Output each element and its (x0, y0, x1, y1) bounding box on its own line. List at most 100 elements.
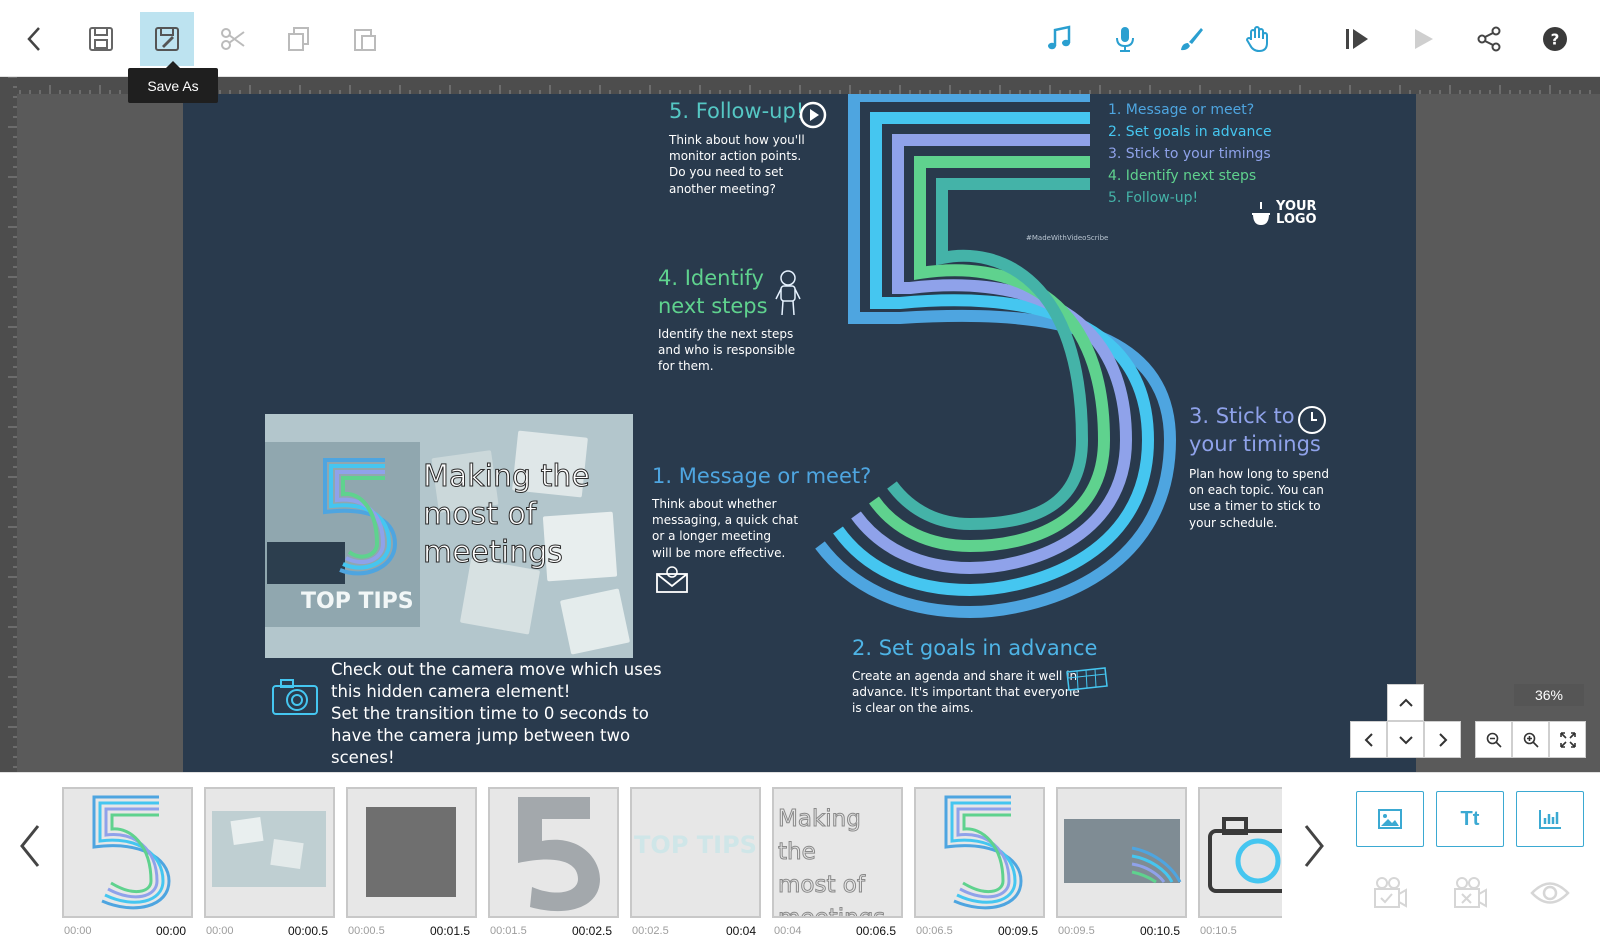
thumbnail-end: 00:06.5 (856, 924, 897, 937)
camera-note-line: this hidden camera element! (331, 682, 571, 701)
thumbnail-gray-square[interactable] (346, 787, 477, 918)
add-chart-button[interactable] (1516, 791, 1584, 847)
thumbnail-title-line: Making the (778, 806, 862, 866)
zoom-out-icon (1486, 732, 1502, 748)
paste-button[interactable] (338, 12, 392, 66)
timeline-thumbnails[interactable]: 00:00 00:00 00:00 00:00.5 00:00.5 00:01.… (62, 787, 1282, 937)
chevron-up-icon (1398, 698, 1413, 707)
thumbnail-camera[interactable] (1198, 787, 1282, 918)
step2-body: Create an agenda and share it well in ad… (852, 668, 1080, 717)
thumbnail-five-color[interactable] (62, 787, 193, 918)
step5-body: Think about how you'll monitor action po… (669, 132, 805, 197)
camera-check-button[interactable] (1370, 873, 1410, 913)
thumbnail-end: 00:02.5 (572, 924, 613, 937)
chevron-right-icon (1438, 732, 1447, 747)
svg-text:?: ? (1551, 31, 1560, 49)
thumbnail-photo[interactable] (204, 787, 335, 918)
image-icon (1378, 809, 1402, 829)
photo-title-line: meetings (423, 535, 564, 571)
music-icon (1048, 25, 1071, 50)
chevron-down-icon (1398, 735, 1413, 744)
logo[interactable]: YOUR LOGO (1248, 200, 1317, 226)
hand-button[interactable] (1230, 12, 1284, 66)
brush-icon (1181, 28, 1203, 51)
zoom-out-button[interactable] (1475, 721, 1512, 758)
step4-body-line: and who is responsible (658, 343, 796, 358)
cut-button[interactable] (206, 12, 260, 66)
pan-right-button[interactable] (1424, 721, 1461, 758)
camera-cross-icon (1454, 877, 1487, 908)
copy-button[interactable] (272, 12, 326, 66)
thumbnail-start: 00:00.5 (348, 925, 385, 937)
fit-screen-button[interactable] (1549, 721, 1586, 758)
photo-title-line: most of (423, 497, 537, 533)
play-button[interactable] (1396, 12, 1450, 66)
cut-icon (221, 28, 245, 50)
vertical-ruler (0, 77, 17, 772)
thumbnail-rect-stripes[interactable] (1056, 787, 1187, 918)
share-button[interactable] (1462, 12, 1516, 66)
hand-icon (1245, 26, 1268, 53)
step1-body-line: Think about whether (652, 497, 777, 511)
music-button[interactable] (1032, 12, 1086, 66)
sticky-note (559, 588, 631, 655)
timeline-prev-button[interactable] (12, 818, 48, 874)
zoom-in-icon (1523, 732, 1539, 748)
pan-left-button[interactable] (1350, 721, 1387, 758)
timeline-next-button[interactable] (1296, 818, 1332, 874)
thumbnail-start: 00:01.5 (490, 925, 527, 937)
camera-remove-button[interactable] (1450, 873, 1490, 913)
zoom-in-button[interactable] (1512, 721, 1549, 758)
watermark-text: #MadeWithVideoScribe (1026, 234, 1109, 242)
step2-body-line: advance. It's important that everyone (852, 685, 1080, 700)
preview-camera-button[interactable] (1530, 873, 1570, 913)
thumbnail-five-image (92, 795, 171, 910)
step4-body-line: Identify the next steps (658, 327, 794, 341)
brush-button[interactable] (1164, 12, 1218, 66)
step4-body: Identify the next steps and who is respo… (658, 326, 795, 375)
thumbnail-five-gray[interactable] (488, 787, 619, 918)
step5-body-line: Think about how you'll (669, 133, 805, 147)
thumbnail-five-image (944, 795, 1023, 910)
back-button[interactable] (8, 12, 62, 66)
toolbar: Save As ? (0, 0, 1600, 103)
meeting-photo[interactable]: TOP TIPS Making the most of meetings (265, 414, 633, 658)
step1-body-line: will be more effective. (652, 545, 786, 560)
thumbnail-end: 00:01.5 (430, 924, 471, 937)
thumbnail-text-top-tips[interactable]: TOP TIPS (630, 787, 761, 918)
add-text-button[interactable]: Tt (1436, 791, 1504, 847)
thumbnail-end: 00:00.5 (288, 924, 329, 937)
step5-body-line: another meeting? (669, 181, 776, 196)
step1-body: Think about whether messaging, a quick c… (652, 496, 798, 561)
voiceover-button[interactable] (1098, 12, 1152, 66)
copy-icon (288, 27, 309, 51)
eye-icon (1530, 882, 1570, 904)
step2-body-line: is clear on the aims. (852, 701, 974, 716)
legend-item-1: 1. Message or meet? (1108, 102, 1255, 118)
pan-up-button[interactable] (1387, 684, 1424, 721)
thumbnail-title-text: Making the most of meetings (778, 803, 901, 917)
stage[interactable]: 1. Message or meet? 2. Set goals in adva… (0, 77, 1600, 772)
thumbnail-square-image (366, 807, 456, 897)
add-image-button[interactable] (1356, 791, 1424, 847)
thumbnail-start: 00:02.5 (632, 925, 669, 937)
thumbnail-five-color[interactable] (914, 787, 1045, 918)
help-button[interactable]: ? (1528, 12, 1582, 66)
scene-canvas[interactable]: 1. Message or meet? 2. Set goals in adva… (183, 94, 1416, 772)
camera-note-line: scenes! (331, 748, 395, 767)
pan-down-button[interactable] (1387, 721, 1424, 758)
step4-title-line: next steps (658, 294, 768, 319)
camera-note: Check out the camera move which uses thi… (331, 659, 662, 769)
step1-title: 1. Message or meet? (652, 464, 872, 488)
play-from-start-button[interactable] (1330, 12, 1384, 66)
step5-title: 5. Follow-up! (669, 99, 805, 123)
thumbnail-text: TOP TIPS (634, 831, 757, 859)
step3-body: Plan how long to spend on each topic. Yo… (1189, 466, 1329, 531)
step5-body-line: monitor action points. (669, 149, 802, 164)
thumbnail-text-title[interactable]: Making the most of meetings (772, 787, 903, 918)
calendar-icon (1066, 667, 1108, 691)
save-as-button[interactable] (140, 12, 194, 66)
chevron-left-icon (1364, 732, 1373, 747)
back-icon (27, 27, 40, 51)
save-button[interactable] (74, 12, 128, 66)
